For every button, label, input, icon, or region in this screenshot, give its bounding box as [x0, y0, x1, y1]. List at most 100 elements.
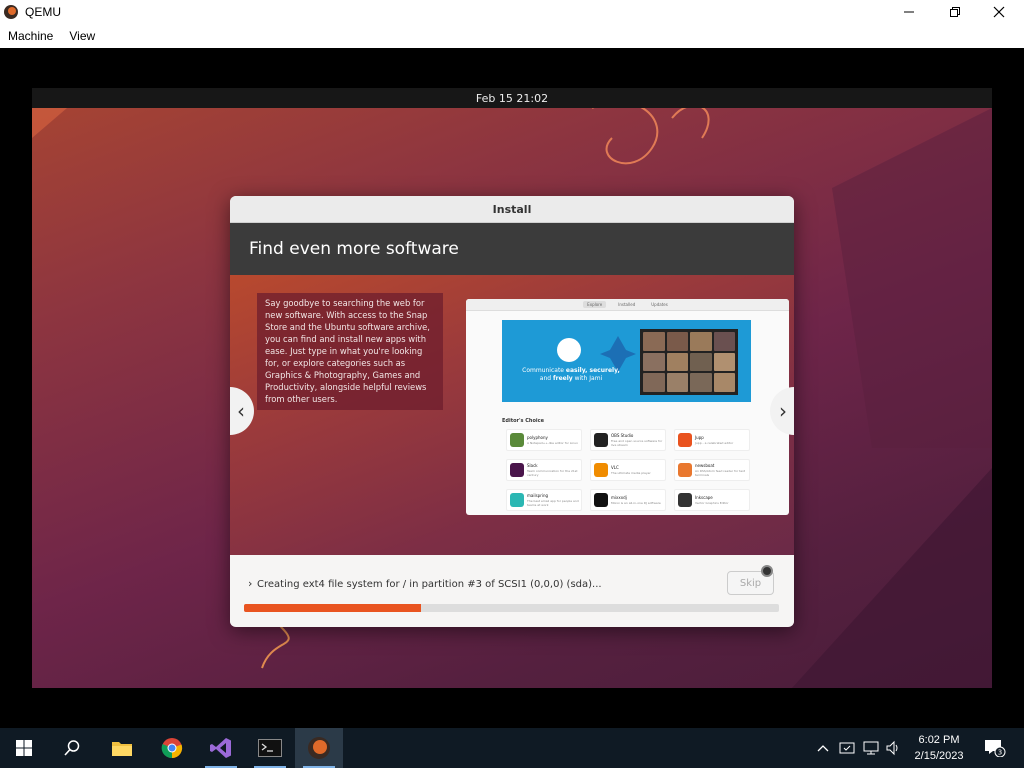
tray-overflow-button[interactable] [815, 740, 831, 756]
app-icon [678, 493, 692, 507]
app-card: VLC The ultimate media player [590, 459, 666, 481]
sw-tab-updates: Updates [651, 302, 668, 307]
app-card: OBS Studio Free and open source software … [590, 429, 666, 451]
progress-footer: › Creating ext4 file system for / in par… [230, 555, 794, 626]
clock-time: 6:02 PM [918, 734, 960, 746]
menu-bar: Machine View [0, 24, 1024, 48]
video-tile [643, 332, 665, 351]
taskbar-chrome[interactable] [148, 728, 196, 768]
video-tile [713, 332, 735, 351]
folder-icon [112, 742, 132, 756]
topbar-datetime[interactable]: Feb 15 21:02 [476, 92, 548, 105]
sw-tab-explore: Explore [583, 301, 607, 308]
app-desc: An RSS/Atom feed reader for text termina… [695, 469, 746, 477]
video-tile [713, 373, 735, 392]
jami-logo-icon [557, 338, 581, 362]
video-tile [690, 352, 712, 372]
sw-tab-installed: Installed [618, 302, 636, 307]
software-screenshot: Explore Installed Updates Communicate ea… [466, 299, 789, 515]
app-card: mixxxdj Mixxx is an all-in-one DJ softwar… [590, 489, 666, 511]
editors-choice-heading: Editor's Choice [502, 418, 544, 424]
install-dialog: Install Find even more software Say good… [230, 196, 794, 627]
app-name: Slack [527, 463, 538, 468]
taskbar-visual-studio[interactable] [197, 728, 245, 768]
vm-display[interactable]: Feb 15 21:02 Install Find even more soft… [32, 88, 992, 688]
app-name: polyphony [527, 435, 548, 440]
minimize-button[interactable] [886, 0, 932, 24]
start-button[interactable] [0, 728, 48, 768]
app-icon [510, 493, 524, 507]
jami-banner: Communicate easily, securely, and freely… [502, 320, 751, 402]
minimize-icon [904, 11, 914, 13]
app-name: Inkscape [695, 495, 713, 500]
search-icon [64, 740, 80, 756]
taskbar-qemu[interactable] [295, 728, 343, 768]
app-card: Inkscape Vector Graphics Editor [674, 489, 750, 511]
app-name: mixxxdj [611, 495, 627, 500]
video-call-grid [640, 329, 738, 395]
app-name: newsboat [695, 463, 715, 468]
video-tile [666, 373, 688, 392]
video-tile [666, 332, 688, 351]
app-desc: Mixxx is an all-in-one DJ software [611, 501, 661, 505]
install-progress-fill [244, 604, 421, 612]
tray-security[interactable] [839, 740, 855, 756]
taskbar-file-explorer[interactable] [98, 728, 146, 768]
taskbar-clock[interactable]: 6:02 PM 2/15/2023 [906, 732, 972, 764]
chevron-right-icon: › [779, 399, 787, 423]
menu-machine[interactable]: Machine [0, 29, 61, 43]
sw-toolbar: Explore Installed Updates [466, 299, 789, 311]
network-icon [863, 741, 879, 755]
visual-studio-icon [210, 738, 231, 758]
windows-logo-icon [16, 740, 32, 756]
defender-icon [839, 742, 855, 754]
taskbar-terminal[interactable] [246, 728, 294, 768]
expand-details-icon[interactable]: › [248, 577, 252, 590]
app-desc: A Notepad++-like editor for Linux [527, 441, 578, 445]
qemu-icon [308, 737, 330, 759]
video-tile [690, 332, 712, 351]
app-desc: The ultimate media player [611, 471, 651, 475]
video-tile [713, 352, 735, 372]
cursor-busy-icon [761, 565, 773, 577]
app-desc: Team communication for the 21st century [527, 469, 578, 477]
install-status-text: Creating ext4 file system for / in parti… [257, 579, 602, 590]
video-tile [690, 373, 712, 392]
app-desc: The best email app for people and teams … [527, 499, 579, 507]
app-icon [594, 433, 608, 447]
app-name: mailspring [527, 493, 549, 498]
app-name: VLC [611, 465, 619, 470]
notification-icon: 3 [985, 740, 1006, 757]
action-center-button[interactable]: 3 [984, 740, 1006, 757]
install-progress-bar [244, 604, 779, 612]
app-icon [678, 433, 692, 447]
restore-button[interactable] [932, 0, 978, 24]
app-card: mailspring The best email app for people … [506, 489, 582, 511]
restore-icon [950, 7, 960, 17]
notification-count: 3 [998, 749, 1002, 757]
menu-view[interactable]: View [61, 29, 103, 43]
app-desc: Vector Graphics Editor [695, 501, 729, 505]
search-button[interactable] [48, 728, 96, 768]
close-icon [993, 6, 1005, 18]
slide-prev-button[interactable]: ‹ [230, 387, 254, 435]
clock-date: 2/15/2023 [914, 750, 964, 762]
slide-description: Say goodbye to searching the web for new… [265, 298, 430, 404]
tray-network[interactable] [863, 740, 879, 756]
video-tile [643, 373, 665, 392]
app-desc: Free and open source software for live s… [611, 439, 663, 447]
chevron-up-icon [817, 745, 829, 752]
chevron-left-icon: ‹ [237, 399, 245, 423]
speaker-icon [886, 740, 898, 756]
windows-taskbar: 6:02 PM 2/15/2023 3 [0, 728, 1024, 768]
slide-header: Find even more software [230, 223, 794, 275]
slide-text-box: Say goodbye to searching the web for new… [257, 293, 443, 410]
app-card: polyphony A Notepad++-like editor for Lin… [506, 429, 582, 451]
slide-title: Find even more software [249, 239, 459, 259]
qemu-app-icon [4, 5, 18, 19]
app-icon [510, 463, 524, 477]
app-name: Jupp [695, 435, 704, 440]
close-button[interactable] [976, 0, 1022, 24]
app-icon [594, 493, 608, 507]
tray-volume[interactable] [885, 740, 901, 756]
